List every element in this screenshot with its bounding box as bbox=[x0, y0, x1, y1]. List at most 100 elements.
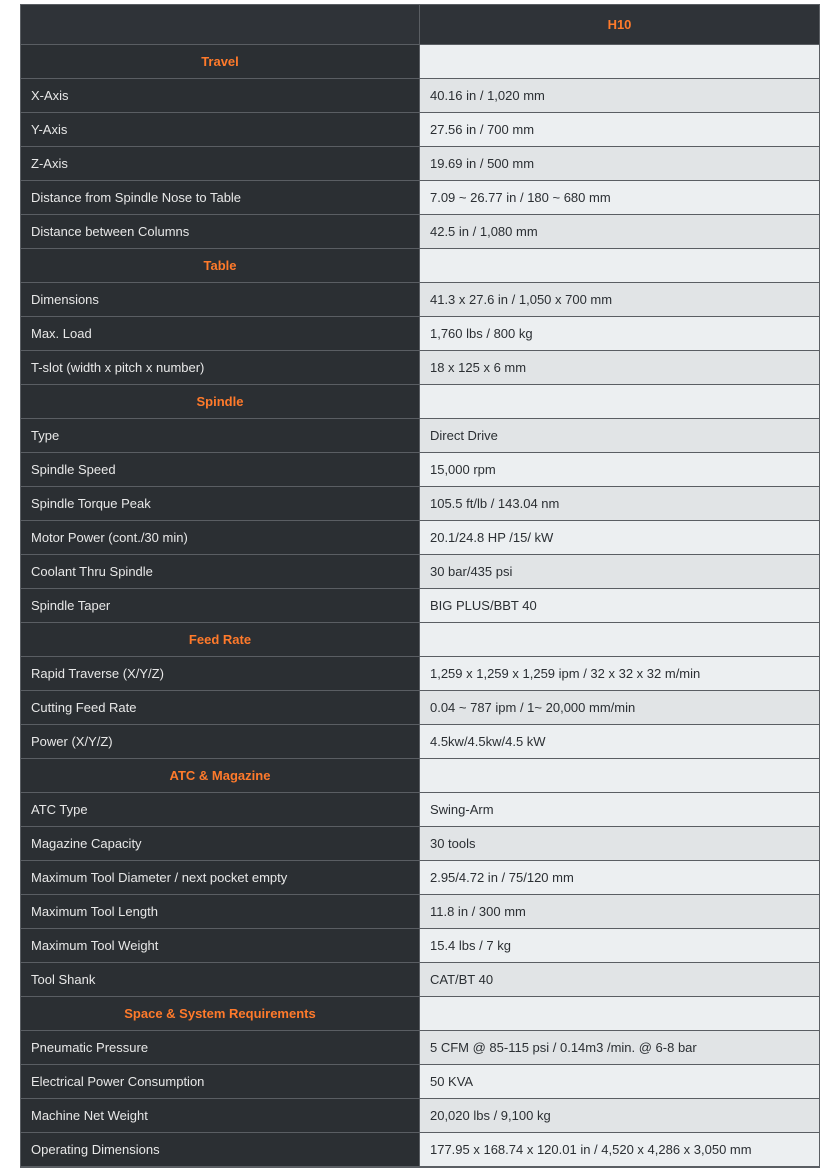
spec-value: 30 tools bbox=[420, 827, 819, 861]
spec-row: Distance between Columns42.5 in / 1,080 … bbox=[21, 215, 819, 249]
spec-value: 0.04 ~ 787 ipm / 1~ 20,000 mm/min bbox=[420, 691, 819, 725]
spec-label: ATC Type bbox=[21, 793, 420, 827]
spec-row: Maximum Tool Weight15.4 lbs / 7 kg bbox=[21, 929, 819, 963]
spec-value: 19.69 in / 500 mm bbox=[420, 147, 819, 181]
spec-row: Dimensions41.3 x 27.6 in / 1,050 x 700 m… bbox=[21, 283, 819, 317]
section-header: ATC & Magazine bbox=[21, 759, 819, 793]
spec-label: Distance between Columns bbox=[21, 215, 420, 249]
section-title: ATC & Magazine bbox=[21, 759, 420, 793]
section-title: Spindle bbox=[21, 385, 420, 419]
section-header: Travel bbox=[21, 45, 819, 79]
section-header: Feed Rate bbox=[21, 623, 819, 657]
spec-row: X-Axis40.16 in / 1,020 mm bbox=[21, 79, 819, 113]
spec-label: Power (X/Y/Z) bbox=[21, 725, 420, 759]
spec-row: Power (X/Y/Z)4.5kw/4.5kw/4.5 kW bbox=[21, 725, 819, 759]
section-header: Spindle bbox=[21, 385, 819, 419]
spec-label: Rapid Traverse (X/Y/Z) bbox=[21, 657, 420, 691]
spec-label: Distance from Spindle Nose to Table bbox=[21, 181, 420, 215]
spec-row: Distance from Spindle Nose to Table7.09 … bbox=[21, 181, 819, 215]
spec-row: Spindle TaperBIG PLUS/BBT 40 bbox=[21, 589, 819, 623]
spec-label: Tool Shank bbox=[21, 963, 420, 997]
spec-row: Electrical Power Consumption50 KVA bbox=[21, 1065, 819, 1099]
spec-label: Spindle Speed bbox=[21, 453, 420, 487]
spec-row: Maximum Tool Diameter / next pocket empt… bbox=[21, 861, 819, 895]
spec-row: Rapid Traverse (X/Y/Z)1,259 x 1,259 x 1,… bbox=[21, 657, 819, 691]
section-title: Table bbox=[21, 249, 420, 283]
spec-value: 15.4 lbs / 7 kg bbox=[420, 929, 819, 963]
spec-value: BIG PLUS/BBT 40 bbox=[420, 589, 819, 623]
spec-value: 105.5 ft/lb / 143.04 nm bbox=[420, 487, 819, 521]
spec-value: 5 CFM @ 85-115 psi / 0.14m3 /min. @ 6-8 … bbox=[420, 1031, 819, 1065]
spec-value: 18 x 125 x 6 mm bbox=[420, 351, 819, 385]
spec-row: Pneumatic Pressure5 CFM @ 85-115 psi / 0… bbox=[21, 1031, 819, 1065]
section-value-blank bbox=[420, 997, 819, 1031]
section-title: Feed Rate bbox=[21, 623, 420, 657]
spec-label: Operating Dimensions bbox=[21, 1133, 420, 1167]
spec-label: Pneumatic Pressure bbox=[21, 1031, 420, 1065]
spec-row: Max. Load1,760 lbs / 800 kg bbox=[21, 317, 819, 351]
spec-table: H10 TravelX-Axis40.16 in / 1,020 mmY-Axi… bbox=[20, 4, 820, 1168]
spec-value: Swing-Arm bbox=[420, 793, 819, 827]
section-title: Space & System Requirements bbox=[21, 997, 420, 1031]
spec-label: Spindle Torque Peak bbox=[21, 487, 420, 521]
spec-row: Coolant Thru Spindle30 bar/435 psi bbox=[21, 555, 819, 589]
section-header: Table bbox=[21, 249, 819, 283]
spec-row: Cutting Feed Rate0.04 ~ 787 ipm / 1~ 20,… bbox=[21, 691, 819, 725]
spec-value: 1,760 lbs / 800 kg bbox=[420, 317, 819, 351]
section-value-blank bbox=[420, 45, 819, 79]
spec-row: Spindle Torque Peak105.5 ft/lb / 143.04 … bbox=[21, 487, 819, 521]
spec-label: Motor Power (cont./30 min) bbox=[21, 521, 420, 555]
section-value-blank bbox=[420, 385, 819, 419]
spec-label: Coolant Thru Spindle bbox=[21, 555, 420, 589]
spec-row: Spindle Speed15,000 rpm bbox=[21, 453, 819, 487]
spec-value: 50 KVA bbox=[420, 1065, 819, 1099]
spec-value: Direct Drive bbox=[420, 419, 819, 453]
spec-row: TypeDirect Drive bbox=[21, 419, 819, 453]
spec-value: 30 bar/435 psi bbox=[420, 555, 819, 589]
spec-value: 15,000 rpm bbox=[420, 453, 819, 487]
spec-label: Magazine Capacity bbox=[21, 827, 420, 861]
spec-label: X-Axis bbox=[21, 79, 420, 113]
spec-label: Spindle Taper bbox=[21, 589, 420, 623]
spec-label: Maximum Tool Weight bbox=[21, 929, 420, 963]
spec-label: T-slot (width x pitch x number) bbox=[21, 351, 420, 385]
spec-value: 2.95/4.72 in / 75/120 mm bbox=[420, 861, 819, 895]
spec-value: 27.56 in / 700 mm bbox=[420, 113, 819, 147]
section-value-blank bbox=[420, 759, 819, 793]
spec-label: Electrical Power Consumption bbox=[21, 1065, 420, 1099]
spec-label: Z-Axis bbox=[21, 147, 420, 181]
spec-row: Maximum Tool Length11.8 in / 300 mm bbox=[21, 895, 819, 929]
spec-value: 177.95 x 168.74 x 120.01 in / 4,520 x 4,… bbox=[420, 1133, 819, 1167]
spec-value: 20,020 lbs / 9,100 kg bbox=[420, 1099, 819, 1133]
section-header: Space & System Requirements bbox=[21, 997, 819, 1031]
header-row: H10 bbox=[21, 5, 819, 45]
spec-label: Dimensions bbox=[21, 283, 420, 317]
header-left bbox=[21, 5, 420, 45]
spec-label: Type bbox=[21, 419, 420, 453]
spec-value: 7.09 ~ 26.77 in / 180 ~ 680 mm bbox=[420, 181, 819, 215]
spec-label: Y-Axis bbox=[21, 113, 420, 147]
header-model: H10 bbox=[420, 5, 819, 45]
spec-value: 11.8 in / 300 mm bbox=[420, 895, 819, 929]
spec-value: 1,259 x 1,259 x 1,259 ipm / 32 x 32 x 32… bbox=[420, 657, 819, 691]
spec-label: Machine Net Weight bbox=[21, 1099, 420, 1133]
spec-value: 42.5 in / 1,080 mm bbox=[420, 215, 819, 249]
section-title: Travel bbox=[21, 45, 420, 79]
spec-label: Maximum Tool Length bbox=[21, 895, 420, 929]
spec-row: Motor Power (cont./30 min)20.1/24.8 HP /… bbox=[21, 521, 819, 555]
spec-row: Y-Axis27.56 in / 700 mm bbox=[21, 113, 819, 147]
spec-label: Max. Load bbox=[21, 317, 420, 351]
spec-value: CAT/BT 40 bbox=[420, 963, 819, 997]
spec-value: 41.3 x 27.6 in / 1,050 x 700 mm bbox=[420, 283, 819, 317]
spec-row: Magazine Capacity30 tools bbox=[21, 827, 819, 861]
spec-value: 40.16 in / 1,020 mm bbox=[420, 79, 819, 113]
section-value-blank bbox=[420, 623, 819, 657]
section-value-blank bbox=[420, 249, 819, 283]
spec-row: Z-Axis19.69 in / 500 mm bbox=[21, 147, 819, 181]
spec-row: T-slot (width x pitch x number)18 x 125 … bbox=[21, 351, 819, 385]
spec-row: Operating Dimensions177.95 x 168.74 x 12… bbox=[21, 1133, 819, 1167]
spec-value: 4.5kw/4.5kw/4.5 kW bbox=[420, 725, 819, 759]
spec-row: ATC TypeSwing-Arm bbox=[21, 793, 819, 827]
spec-label: Cutting Feed Rate bbox=[21, 691, 420, 725]
spec-row: Tool ShankCAT/BT 40 bbox=[21, 963, 819, 997]
